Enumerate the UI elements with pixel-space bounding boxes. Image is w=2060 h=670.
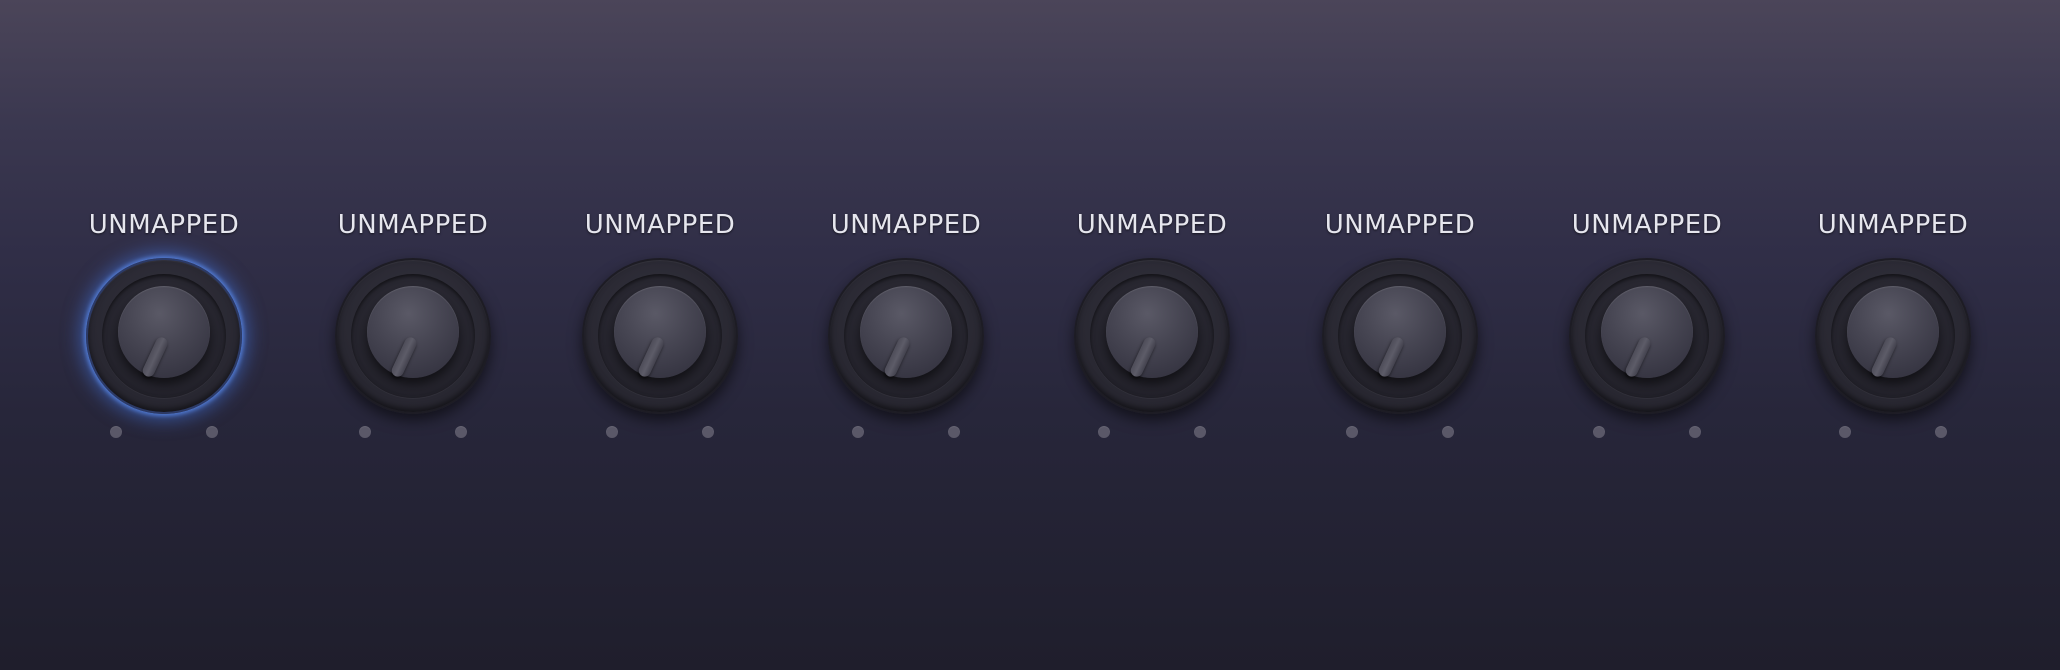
knob-control[interactable] [582,258,738,414]
knob-control[interactable] [335,258,491,414]
knob-5[interactable]: UNMAPPED [1052,210,1252,440]
knob-cap [860,286,952,379]
min-indicator-dot [1098,426,1110,438]
knob-8[interactable]: UNMAPPED [1793,210,1993,440]
knob-3[interactable]: UNMAPPED [560,210,760,440]
knob-control[interactable] [1074,258,1230,414]
max-indicator-dot [1194,426,1206,438]
knob-control[interactable] [1815,258,1971,414]
knob-cap [118,286,210,379]
knob-label: UNMAPPED [584,210,736,240]
knob-7[interactable]: UNMAPPED [1547,210,1747,440]
max-indicator-dot [206,426,218,438]
knob-4[interactable]: UNMAPPED [806,210,1006,440]
min-indicator-dot [110,426,122,438]
knob-pointer [1128,335,1158,379]
max-indicator-dot [1689,426,1701,438]
knob-label: UNMAPPED [1076,210,1228,240]
knob-ring [1585,274,1709,398]
min-indicator-dot [1593,426,1605,438]
knob-control[interactable] [828,258,984,414]
knob-label: UNMAPPED [1571,210,1723,240]
knob-1[interactable]: UNMAPPED [64,210,264,440]
max-indicator-dot [702,426,714,438]
knob-panel: UNMAPPED UNMAPPED UNMAPPED UNMAPPED UNMA… [0,0,2060,670]
knob-pointer [882,335,912,379]
knob-pointer [1623,335,1653,379]
knob-label: UNMAPPED [830,210,982,240]
knob-pointer [1376,335,1406,379]
knob-cap [1354,286,1446,379]
knob-ring [1090,274,1214,398]
min-indicator-dot [852,426,864,438]
knob-ring [1338,274,1462,398]
knob-ring [844,274,968,398]
min-indicator-dot [1839,426,1851,438]
knob-pointer [140,335,170,379]
knob-2[interactable]: UNMAPPED [313,210,513,440]
knob-ring [1831,274,1955,398]
knob-label: UNMAPPED [1324,210,1476,240]
knob-pointer [389,335,419,379]
min-indicator-dot [359,426,371,438]
knob-control[interactable] [1569,258,1725,414]
max-indicator-dot [455,426,467,438]
knob-ring [598,274,722,398]
max-indicator-dot [1442,426,1454,438]
knob-label: UNMAPPED [1817,210,1969,240]
min-indicator-dot [606,426,618,438]
knob-6[interactable]: UNMAPPED [1300,210,1500,440]
knob-cap [1601,286,1693,379]
max-indicator-dot [948,426,960,438]
min-indicator-dot [1346,426,1358,438]
knob-control[interactable] [86,258,242,414]
max-indicator-dot [1935,426,1947,438]
knob-control[interactable] [1322,258,1478,414]
knob-label: UNMAPPED [337,210,489,240]
knob-cap [367,286,459,379]
knob-cap [1847,286,1939,379]
knob-cap [614,286,706,379]
knob-ring [102,274,226,398]
knob-ring [351,274,475,398]
knob-pointer [636,335,666,379]
knob-label: UNMAPPED [88,210,240,240]
knob-pointer [1869,335,1899,379]
knob-cap [1106,286,1198,379]
